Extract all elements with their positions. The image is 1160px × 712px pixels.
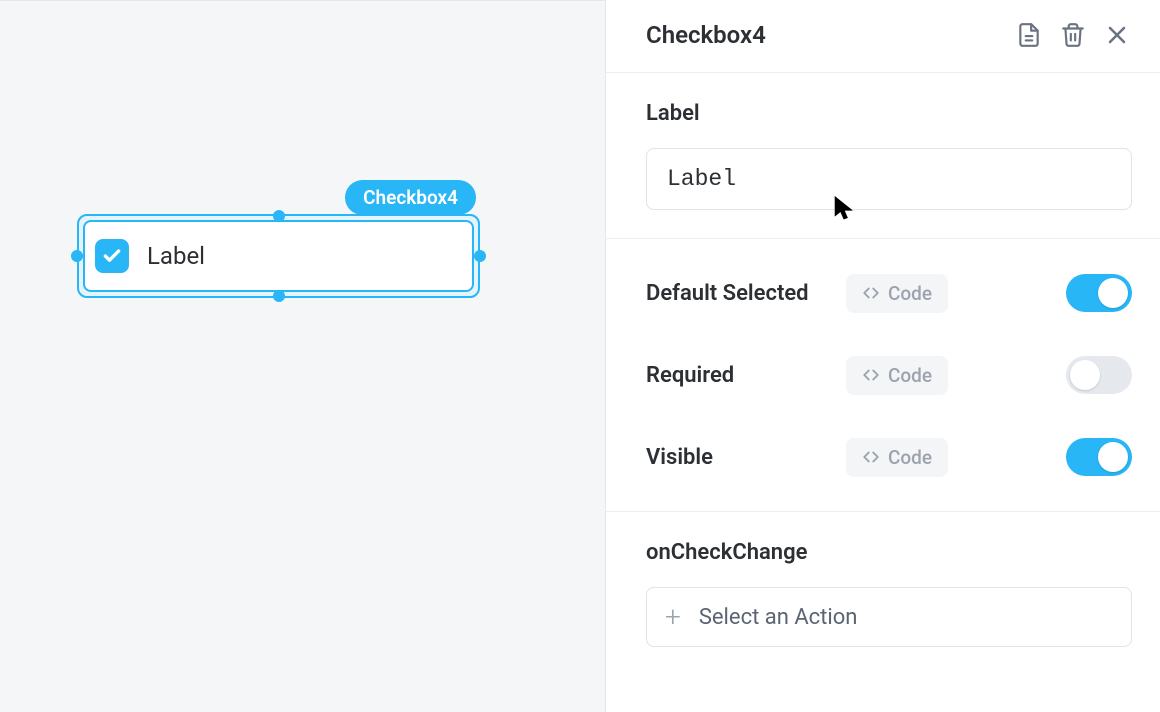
trash-icon <box>1060 22 1086 48</box>
visible-toggle[interactable] <box>1066 438 1132 476</box>
select-action-placeholder: Select an Action <box>699 605 858 630</box>
required-label: Required <box>646 363 846 388</box>
component-name-text: Checkbox4 <box>363 186 458 209</box>
resize-handle-left[interactable] <box>71 250 83 262</box>
checkbox-label: Label <box>147 242 205 270</box>
design-canvas[interactable]: Checkbox4 Label <box>0 0 606 712</box>
check-icon <box>102 246 122 266</box>
required-row: Required Code <box>646 349 1132 401</box>
code-icon <box>862 366 880 384</box>
inspector-panel: Checkbox4 Label Default Selected Code <box>606 0 1160 712</box>
delete-button[interactable] <box>1058 20 1088 50</box>
code-icon <box>862 284 880 302</box>
plus-icon: + <box>665 603 681 631</box>
selection-outline[interactable]: Label <box>77 214 480 298</box>
visible-label: Visible <box>646 445 846 470</box>
checkbox-box[interactable] <box>95 239 129 273</box>
checkbox-component[interactable]: Checkbox4 Label <box>77 214 480 298</box>
inspector-title: Checkbox4 <box>646 21 1014 49</box>
default-selected-label: Default Selected <box>646 281 846 306</box>
event-section: onCheckChange + Select an Action <box>606 512 1160 675</box>
label-field-heading: Label <box>646 101 1132 126</box>
code-chip-text: Code <box>888 364 932 387</box>
close-button[interactable] <box>1102 20 1132 50</box>
default-selected-toggle[interactable] <box>1066 274 1132 312</box>
visible-code-chip[interactable]: Code <box>846 438 948 477</box>
label-input[interactable] <box>646 148 1132 210</box>
default-selected-row: Default Selected Code <box>646 267 1132 319</box>
visible-row: Visible Code <box>646 431 1132 483</box>
event-name: onCheckChange <box>646 540 1132 565</box>
close-icon <box>1105 23 1129 47</box>
required-code-chip[interactable]: Code <box>846 356 948 395</box>
toggles-section: Default Selected Code Required Code Visi… <box>606 239 1160 512</box>
default-selected-code-chip[interactable]: Code <box>846 274 948 313</box>
resize-handle-right[interactable] <box>474 250 486 262</box>
resize-handle-bottom[interactable] <box>273 290 285 302</box>
document-icon <box>1016 22 1042 48</box>
component-name-badge[interactable]: Checkbox4 <box>345 180 476 215</box>
code-chip-text: Code <box>888 282 932 305</box>
label-section: Label <box>606 73 1160 239</box>
code-chip-text: Code <box>888 446 932 469</box>
required-toggle[interactable] <box>1066 356 1132 394</box>
inspector-header: Checkbox4 <box>606 0 1160 73</box>
copy-button[interactable] <box>1014 20 1044 50</box>
resize-handle-top[interactable] <box>273 210 285 222</box>
checkbox-inner[interactable]: Label <box>83 220 474 292</box>
select-action-button[interactable]: + Select an Action <box>646 587 1132 647</box>
code-icon <box>862 448 880 466</box>
